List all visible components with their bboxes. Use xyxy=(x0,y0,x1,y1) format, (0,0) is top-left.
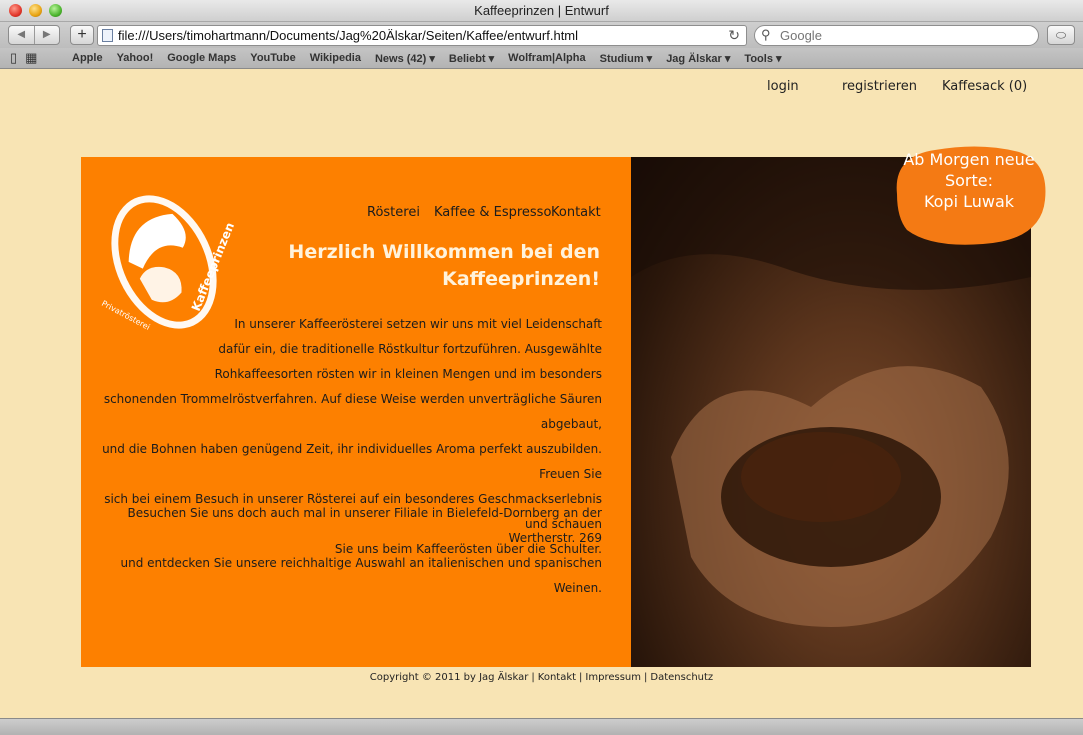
bookmark-item[interactable]: Tools ▾ xyxy=(744,52,781,65)
welcome-line-1: Herzlich Willkommen bei den xyxy=(288,241,600,263)
url-text[interactable]: file:///Users/timohartmann/Documents/Jag… xyxy=(118,28,578,43)
browser-toolbar: ◀ ▶ + file:///Users/timohartmann/Documen… xyxy=(0,22,1083,48)
search-input[interactable] xyxy=(780,28,1020,43)
badge-line: Ab Morgen neue xyxy=(903,150,1035,169)
text-line: und entdecken Sie unsere reichhaltige Au… xyxy=(120,556,602,595)
reading-list-icon[interactable]: ▯▦ xyxy=(10,50,45,66)
branch-paragraph: Besuchen Sie uns doch auch mal in unsere… xyxy=(82,501,602,601)
cart-link[interactable]: Kaffesack (0) xyxy=(942,79,1027,94)
main-panel: Kaffeeprinzen Privatrösterei Rösterei Ka… xyxy=(81,157,1031,667)
bookmark-item[interactable]: Wolfram|Alpha xyxy=(508,52,585,65)
add-bookmark-button[interactable]: + xyxy=(70,25,94,45)
badge-text: Ab Morgen neue Sorte: Kopi Luwak xyxy=(891,149,1047,212)
reload-icon[interactable]: ↻ xyxy=(728,27,740,44)
nav-coffee-espresso[interactable]: Kaffee & Espresso xyxy=(434,205,551,220)
window-bottom-bar xyxy=(0,718,1083,735)
badge-line: Sorte: xyxy=(944,171,994,190)
text-line: schonenden Trommelröstverfahren. Auf die… xyxy=(103,392,602,431)
footer-contact-link[interactable]: Kontakt xyxy=(538,672,576,683)
bookmarks-bar: ▯▦ Apple Yahoo! Google Maps YouTube Wiki… xyxy=(0,48,1083,69)
text-line: In unserer Kaffeerösterei setzen wir uns… xyxy=(234,317,602,331)
footer-imprint-link[interactable]: Impressum xyxy=(585,672,641,683)
page-icon xyxy=(102,29,113,42)
nav-contact[interactable]: Kontakt xyxy=(551,205,601,220)
back-button[interactable]: ◀ xyxy=(9,26,35,44)
bookmark-item[interactable]: News (42) ▾ xyxy=(375,52,435,65)
login-link[interactable]: login xyxy=(767,79,799,94)
badge-line: Kopi Luwak xyxy=(923,192,1015,211)
text-line: Rohkaffeesorten rösten wir in kleinen Me… xyxy=(214,367,602,381)
nav-roasting[interactable]: Rösterei xyxy=(367,205,420,220)
window-title: Kaffeeprinzen | Entwurf xyxy=(474,3,609,18)
snapback-button[interactable]: ⬭ xyxy=(1047,25,1075,45)
bookmark-item[interactable]: Yahoo! xyxy=(117,52,154,65)
history-buttons: ◀ ▶ xyxy=(8,25,60,45)
bookmark-item[interactable]: Google Maps xyxy=(167,52,236,65)
bookmark-item[interactable]: Jag Älskar ▾ xyxy=(666,52,730,65)
page-footer: Copyright © 2011 by Jag Älskar | Kontakt | I… xyxy=(369,672,714,683)
text-line: Besuchen Sie uns doch auch mal in unsere… xyxy=(127,506,602,545)
bookmark-list: Apple Yahoo! Google Maps YouTube Wikiped… xyxy=(72,52,796,65)
new-variety-badge: Ab Morgen neue Sorte: Kopi Luwak xyxy=(891,144,1047,246)
copyright-text: Copyright © 2011 by Jag Älskar xyxy=(369,672,529,683)
welcome-heading: Herzlich Willkommen bei den Kaffeeprinze… xyxy=(260,239,600,293)
search-field[interactable]: ⚲ xyxy=(754,25,1039,46)
register-link[interactable]: registrieren xyxy=(842,79,917,94)
text-line: dafür ein, die traditionelle Röstkultur … xyxy=(218,342,602,356)
address-bar[interactable]: file:///Users/timohartmann/Documents/Jag… xyxy=(97,25,747,46)
welcome-line-2: Kaffeeprinzen! xyxy=(442,268,600,290)
bookmark-item[interactable]: YouTube xyxy=(250,52,295,65)
bookmark-item[interactable]: Wikipedia xyxy=(310,52,361,65)
window-titlebar: Kaffeeprinzen | Entwurf xyxy=(0,0,1083,22)
forward-button[interactable]: ▶ xyxy=(35,26,60,44)
footer-privacy-link[interactable]: Datenschutz xyxy=(650,672,713,683)
bookmark-item[interactable]: Apple xyxy=(72,52,103,65)
search-icon[interactable]: ⚲ xyxy=(761,27,771,43)
bookmark-item[interactable]: Beliebt ▾ xyxy=(449,52,494,65)
bookmark-item[interactable]: Studium ▾ xyxy=(600,52,653,65)
text-line: und die Bohnen haben genügend Zeit, ihr … xyxy=(102,442,602,481)
